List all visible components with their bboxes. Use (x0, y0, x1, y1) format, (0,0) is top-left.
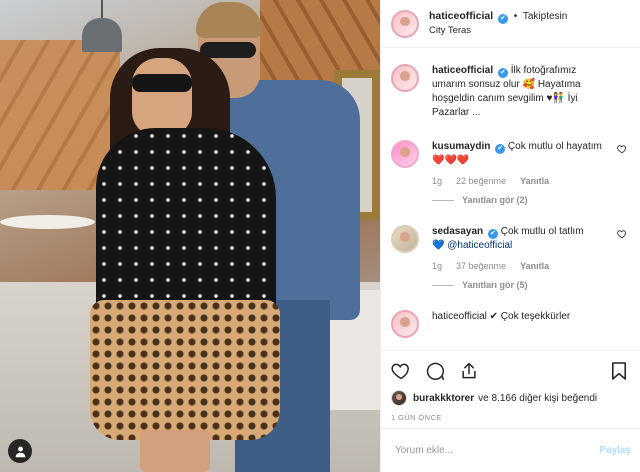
header-separator: • (513, 11, 518, 22)
verified-icon: ✔ (497, 14, 508, 24)
comment-text: Çok mutlu ol tatlım (500, 226, 584, 237)
comment-icon[interactable] (425, 361, 445, 381)
photo-woman-face (132, 58, 192, 136)
comment-body: kusumaydin ✔ Çok mutlu ol hayatım❤️❤️❤️ (432, 140, 607, 168)
partial-comment: haticeofficial ✔ Çok teşekkürler (391, 310, 631, 338)
comments-list[interactable]: haticeofficial ✔ İlk fotoğrafımız umarım… (381, 48, 640, 348)
comment-meta: 1g 37 beğenme Yanıtla (432, 261, 631, 271)
header-avatar[interactable] (391, 9, 419, 38)
comment-avatar[interactable] (391, 140, 419, 168)
comment-username[interactable]: kusumaydin (432, 141, 490, 152)
caption-username[interactable]: haticeofficial (432, 65, 493, 76)
add-comment-bar: Paylaş (381, 428, 640, 472)
photo-man-hair (196, 2, 262, 38)
liker-username[interactable]: burakkktorer (413, 393, 474, 404)
liker-avatar[interactable] (391, 390, 407, 406)
heart-icon[interactable] (391, 361, 411, 381)
replies-divider (432, 284, 454, 286)
instagram-post: haticeofficial ✔ • Takiptesin City Teras… (0, 0, 640, 472)
blue-heart-emoji: 💙 (432, 240, 445, 251)
post-photo[interactable] (0, 0, 380, 472)
header-line: haticeofficial ✔ • Takiptesin (429, 10, 567, 24)
photo-man-sunglasses (200, 42, 256, 58)
caption-avatar[interactable] (391, 64, 419, 92)
comment-avatar[interactable] (391, 225, 419, 253)
view-replies-button[interactable]: Yanıtları gör (2) (432, 195, 631, 205)
verified-icon: ✔ (497, 68, 508, 78)
verified-icon: ✔ (495, 144, 506, 154)
post-comment-button[interactable]: Paylaş (599, 445, 631, 456)
comment-username[interactable]: sedasayan (432, 226, 483, 237)
follow-status[interactable]: Takiptesin (523, 11, 567, 22)
comment-like-heart-icon[interactable] (617, 144, 627, 154)
likes-line: burakkktorer ve 8.166 diğer kişi beğendi (391, 390, 631, 406)
replies-divider (432, 199, 454, 201)
photo-legs (140, 430, 210, 472)
photo-lamp (82, 0, 122, 52)
view-replies-label: Yanıtları gör (5) (462, 280, 528, 290)
comment-body: sedasayan ✔ Çok mutlu ol tatlım 💙 @hatic… (432, 225, 607, 253)
photo-woman-sunglasses (132, 74, 192, 92)
header-username[interactable]: haticeofficial (429, 10, 493, 22)
view-replies-button[interactable]: Yanıtları gör (5) (432, 280, 631, 290)
comment-body: haticeofficial ✔ Çok teşekkürler (432, 310, 607, 324)
comment-row: sedasayan ✔ Çok mutlu ol tatlım 💙 @hatic… (391, 225, 631, 253)
view-replies-label: Yanıtları gör (2) (462, 195, 528, 205)
comment-row: kusumaydin ✔ Çok mutlu ol hayatım❤️❤️❤️ (391, 140, 631, 168)
comment-item: kusumaydin ✔ Çok mutlu ol hayatım❤️❤️❤️ … (391, 140, 631, 205)
user-tag-icon[interactable] (8, 439, 32, 463)
header-text: haticeofficial ✔ • Takiptesin City Teras (429, 10, 567, 37)
post-sidebar: haticeofficial ✔ • Takiptesin City Teras… (380, 0, 640, 472)
reply-button[interactable]: Yanıtla (520, 261, 549, 271)
post-timestamp[interactable]: 1 GÜN ÖNCE (391, 413, 631, 422)
comment-item: sedasayan ✔ Çok mutlu ol tatlım 💙 @hatic… (391, 225, 631, 290)
comment-time[interactable]: 1g (432, 261, 442, 271)
comment-likes[interactable]: 37 beğenme (456, 261, 506, 271)
bookmark-icon[interactable] (611, 361, 627, 381)
comment-likes[interactable]: 22 beğenme (456, 176, 506, 186)
caption-body: haticeofficial ✔ İlk fotoğrafımız umarım… (432, 64, 607, 120)
comment-avatar[interactable] (391, 310, 419, 338)
likes-count[interactable]: ve 8.166 diğer kişi beğendi (478, 393, 597, 404)
location-link[interactable]: City Teras (429, 24, 567, 37)
photo-leopard-skirt (90, 300, 280, 440)
share-icon[interactable] (459, 361, 479, 381)
comment-meta: 1g 22 beğenme Yanıtla (432, 176, 631, 186)
post-header: haticeofficial ✔ • Takiptesin City Teras (381, 0, 640, 48)
partial-comment-text: haticeofficial ✔ Çok teşekkürler (432, 311, 571, 322)
comment-time[interactable]: 1g (432, 176, 442, 186)
reply-button[interactable]: Yanıtla (520, 176, 549, 186)
photo-table (0, 215, 95, 229)
comment-like-heart-icon[interactable] (617, 229, 627, 239)
comment-input[interactable] (395, 445, 600, 456)
caption: haticeofficial ✔ İlk fotoğrafımız umarım… (391, 64, 631, 120)
action-bar: burakkktorer ve 8.166 diğer kişi beğendi… (381, 350, 640, 422)
verified-icon: ✔ (487, 229, 498, 239)
action-icons (391, 359, 631, 383)
comment-mention[interactable]: @haticeofficial (447, 240, 512, 251)
